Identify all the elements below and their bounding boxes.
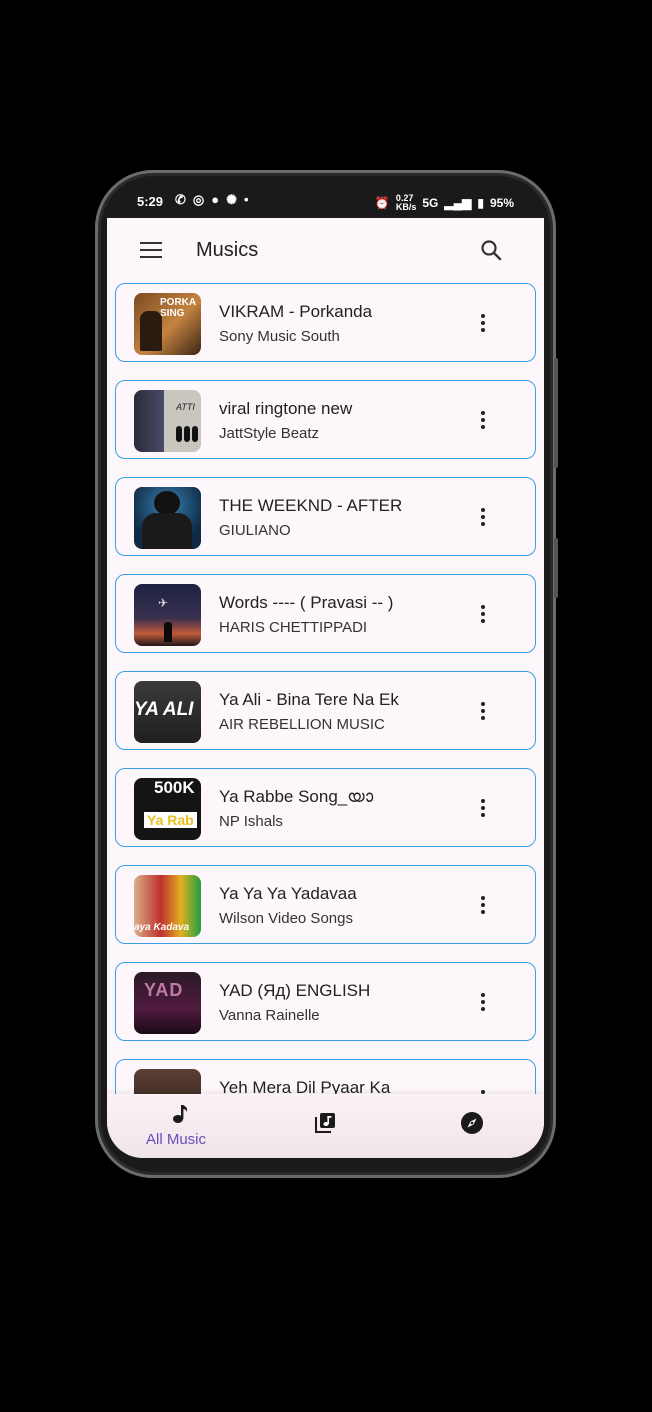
thumb-text: YA ALI xyxy=(134,699,194,720)
song-card[interactable]: 500K Ya Rab Ya Rabbe Song_യാ NP Ishals xyxy=(115,768,536,847)
song-card[interactable]: YAD YAD (Яд) ENGLISH Vanna Rainelle xyxy=(115,962,536,1041)
status-bar: 5:29 ✆ ◎ ● ✺ • ⏰ 0.27 KB/s 5G ▂▄▆ ▮ 95% xyxy=(107,186,544,218)
more-options-icon[interactable] xyxy=(480,702,486,722)
song-card[interactable]: YA ALI Ya Ali - Bina Tere Na Ek AIR REBE… xyxy=(115,671,536,750)
song-title: Words ---- ( Pravasi -- ) xyxy=(219,593,394,612)
more-options-icon[interactable] xyxy=(480,605,486,625)
app-screen: Musics PORKA SING VIKRAM - Porkanda Sony… xyxy=(107,218,544,1158)
thumb-text: YAD xyxy=(144,980,184,1000)
more-options-icon[interactable] xyxy=(480,508,486,528)
network-type: 5G xyxy=(422,196,439,210)
song-title: Ya Ali - Bina Tere Na Ek xyxy=(219,690,399,709)
song-card[interactable]: aya Kadava Ya Ya Ya Yadavaa Wilson Video… xyxy=(115,865,536,944)
song-thumbnail: 500K Ya Rab xyxy=(134,778,201,840)
more-options-icon[interactable] xyxy=(480,799,486,819)
instagram-icon: ◎ xyxy=(192,192,205,207)
song-artist: Wilson Video Songs xyxy=(219,910,353,927)
song-thumbnail: PORKA SING xyxy=(134,293,201,355)
signal-icon: ▂▄▆ xyxy=(444,196,472,210)
app-bar: Musics xyxy=(107,218,544,282)
status-time: 5:29 xyxy=(137,194,164,209)
settings-icon: ✺ xyxy=(226,192,238,207)
song-card[interactable]: THE WEEKND - AFTER GIULIANO xyxy=(115,477,536,556)
song-title: Ya Ya Ya Yadavaa xyxy=(219,884,357,903)
song-artist: AIR REBELLION MUSIC xyxy=(219,716,385,733)
song-title: THE WEEKND - AFTER xyxy=(219,496,403,515)
thumb-text: 500K xyxy=(154,778,195,797)
dot-icon: • xyxy=(244,192,249,207)
alarm-icon: ⏰ xyxy=(374,196,390,210)
menu-icon[interactable] xyxy=(140,242,162,260)
song-thumbnail: aya Kadava xyxy=(134,875,201,937)
nav-explore[interactable] xyxy=(447,1094,507,1158)
bottom-navigation: All Music xyxy=(107,1094,544,1158)
thumb-text: Ya Rab xyxy=(144,812,197,828)
power-button xyxy=(554,538,558,598)
song-artist: NP Ishals xyxy=(219,813,283,830)
song-thumbnail: ATTI xyxy=(134,390,201,452)
more-options-icon[interactable] xyxy=(480,896,486,916)
location-icon: ● xyxy=(211,192,220,207)
system-icons: ⏰ 0.27 KB/s 5G ▂▄▆ ▮ 95% xyxy=(375,194,514,212)
playlist-icon xyxy=(315,1113,335,1133)
song-artist: Sony Music South xyxy=(219,328,340,345)
more-options-icon[interactable] xyxy=(480,993,486,1013)
song-artist: Vanna Rainelle xyxy=(219,1007,320,1024)
network-speed: 0.27 KB/s xyxy=(396,194,417,212)
song-artist: HARIS CHETTIPPADI xyxy=(219,619,368,636)
battery-level: 95% xyxy=(489,196,514,210)
nav-playlists[interactable] xyxy=(297,1094,357,1158)
song-thumbnail: YAD xyxy=(134,972,201,1034)
music-note-icon xyxy=(173,1105,188,1123)
volume-button xyxy=(554,358,558,468)
compass-icon xyxy=(461,1112,483,1134)
network-speed-unit: KB/s xyxy=(395,202,417,212)
song-thumbnail: ✈ xyxy=(134,584,201,646)
song-artist: JattStyle Beatz xyxy=(219,425,320,442)
thumb-text: PORKA SING xyxy=(160,297,196,319)
thumb-text: aya Kadava xyxy=(134,922,190,933)
nav-all-music[interactable]: All Music xyxy=(129,1094,239,1158)
thumb-text: ATTI xyxy=(176,402,195,412)
song-artist: GIULIANO xyxy=(219,522,291,539)
page-title: Musics xyxy=(196,239,259,261)
more-options-icon[interactable] xyxy=(480,411,486,431)
whatsapp-icon: ✆ xyxy=(175,192,186,207)
song-card[interactable]: ATTI viral ringtone new JattStyle Beatz xyxy=(115,380,536,459)
song-title: VIKRAM - Porkanda xyxy=(219,302,373,321)
song-card[interactable]: ✈ Words ---- ( Pravasi -- ) HARIS CHETTI… xyxy=(115,574,536,653)
search-icon[interactable] xyxy=(479,238,503,262)
more-options-icon[interactable] xyxy=(480,314,486,334)
song-thumbnail: YA ALI xyxy=(134,681,201,743)
song-thumbnail xyxy=(134,487,201,549)
song-title: YAD (Яд) ENGLISH xyxy=(219,981,371,1000)
song-title: viral ringtone new xyxy=(219,399,353,418)
nav-all-music-label: All Music xyxy=(146,1131,207,1148)
song-card[interactable]: PORKA SING VIKRAM - Porkanda Sony Music … xyxy=(115,283,536,362)
song-title: Ya Rabbe Song_യാ xyxy=(219,787,374,806)
notification-icons: ✆ ◎ ● ✺ • xyxy=(175,192,249,208)
battery-icon: ▮ xyxy=(477,196,484,210)
